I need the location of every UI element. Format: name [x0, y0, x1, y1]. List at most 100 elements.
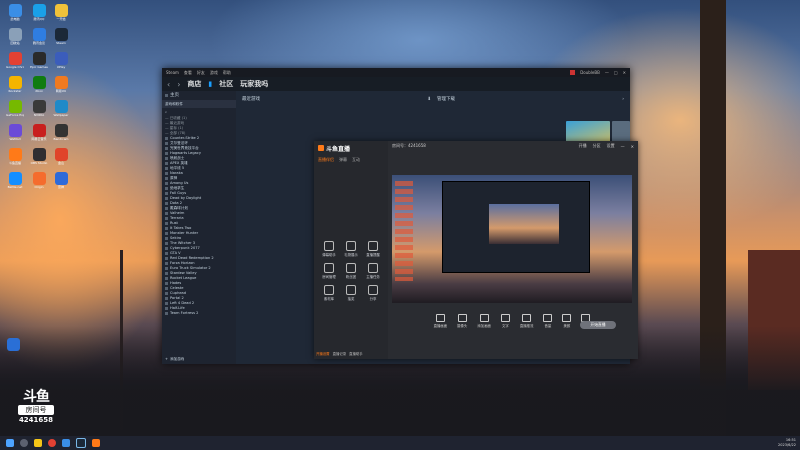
tab-interact[interactable]: 互动	[352, 157, 360, 163]
desktop-icon[interactable]: NVIDIA	[30, 100, 48, 117]
stream-preview[interactable]	[392, 175, 632, 303]
toolbar-icon	[457, 314, 467, 322]
minimize-icon[interactable]: —	[605, 70, 609, 75]
tool-grid-item[interactable]: 粉丝团	[340, 263, 362, 279]
desktop-icon[interactable]: GeForce Experience	[6, 100, 24, 117]
sidebar-search[interactable]: ⌕	[162, 108, 236, 116]
menu-games[interactable]: 游戏	[210, 70, 218, 76]
tab-danmaku[interactable]: 弹幕	[339, 157, 347, 163]
close-icon[interactable]: ✕	[623, 70, 626, 75]
forward-icon[interactable]: ›	[177, 80, 180, 89]
toolbar-icon	[479, 314, 489, 322]
sidebar-game-item[interactable]: Team Fortress 2	[162, 311, 236, 316]
douyu-icon[interactable]	[92, 439, 100, 447]
desktop-icon[interactable]: WeMod	[6, 124, 24, 141]
tool-grid-item[interactable]: 直播提醒	[362, 241, 384, 257]
game-icon	[165, 227, 168, 230]
tool-icon	[368, 241, 378, 251]
nav-store[interactable]: 商店	[187, 79, 201, 89]
tool-grid-item[interactable]: 素材库	[318, 285, 340, 301]
desktop-icon[interactable]: Bandicam	[52, 124, 70, 141]
search-icon[interactable]	[20, 439, 28, 447]
desktop-icon[interactable]	[4, 338, 22, 351]
desktop-icon[interactable]: Epic Games	[30, 52, 48, 69]
shelf-title[interactable]: 最近游戏	[242, 96, 260, 102]
avatar[interactable]	[570, 70, 576, 75]
maximize-icon[interactable]: □	[614, 70, 618, 75]
settings-tab[interactable]: 设置	[607, 143, 615, 149]
desktop-icon[interactable]: 斗鱼直播	[6, 148, 24, 165]
desktop-icon[interactable]: 网易云音乐	[30, 124, 48, 141]
tool-grid-item[interactable]: 弹幕助手	[318, 241, 340, 257]
download-icon[interactable]: ⬇	[427, 97, 431, 102]
category-tab[interactable]: 分区	[593, 143, 601, 149]
add-game-button[interactable]: + 添加游戏	[162, 357, 184, 362]
tool-grid-item[interactable]: 礼物展示	[340, 241, 362, 257]
steam-icon[interactable]	[76, 438, 86, 448]
toolbar-button[interactable]: 美颜	[562, 314, 572, 328]
desktop-icon[interactable]: 腾讯QQ	[30, 4, 48, 21]
nav-community[interactable]: 社区	[219, 79, 233, 89]
toolbar-button[interactable]: 直播画面	[434, 314, 447, 328]
tool-grid-item[interactable]: 房间管理	[318, 263, 340, 279]
desktop-icon[interactable]: Wallpaper	[52, 100, 70, 117]
downloads-label[interactable]: 管理下载	[437, 96, 455, 102]
game-icon	[165, 157, 168, 160]
tab-records[interactable]: 直播记录	[333, 351, 347, 356]
tab-start-settings[interactable]: 开播设置	[316, 351, 330, 356]
toolbar-button[interactable]: 添加画面	[477, 314, 491, 328]
sidebar-home[interactable]: 主页	[162, 91, 236, 100]
game-icon	[165, 302, 168, 305]
desktop-icon-label: Battle.net	[7, 185, 23, 189]
tool-grid-item[interactable]: 主播任务	[362, 263, 384, 279]
desktop-icon[interactable]: 金山	[52, 148, 70, 165]
close-icon[interactable]: ✕	[631, 144, 634, 149]
desktop-icon[interactable]: 雷神	[52, 172, 70, 189]
desktop-icon[interactable]: Battle.net	[6, 172, 24, 189]
sidebar-filter[interactable]: 游戏和软件	[162, 100, 236, 108]
file-explorer-icon[interactable]	[34, 439, 42, 447]
menu-friends[interactable]: 好友	[197, 70, 205, 76]
app-icon	[54, 28, 68, 41]
desktop-icon[interactable]: Steam	[52, 28, 70, 45]
tab-assistant[interactable]: 直播助手	[349, 351, 363, 356]
username[interactable]: DoubleBB	[580, 70, 600, 75]
minimize-icon[interactable]: —	[621, 144, 625, 149]
menu-help[interactable]: 帮助	[223, 70, 231, 76]
chrome-icon[interactable]	[48, 439, 56, 447]
desktop-icon[interactable]: 回收站	[6, 28, 24, 45]
desktop-icon[interactable]: Xbox	[30, 76, 48, 93]
tool-grid-item[interactable]: 分享	[362, 285, 384, 301]
desktop-icon[interactable]: UPlay	[52, 52, 70, 69]
desktop-icon[interactable]: 网易UU	[52, 76, 70, 93]
tab-companion[interactable]: 直播伴侣	[318, 157, 334, 163]
start-live-button[interactable]: 开始直播	[580, 321, 616, 329]
desktop-icon[interactable]: Google Chrome	[6, 52, 24, 69]
back-icon[interactable]: ‹	[167, 80, 170, 89]
system-tray[interactable]: 16:51 2023/6/22	[778, 438, 796, 448]
desktop-icon[interactable]: Rockstar	[6, 76, 24, 93]
toolbar-button[interactable]: 摄像头	[457, 314, 467, 328]
desktop-icon-label: Xbox	[35, 89, 43, 93]
desktop-icon-label: 一开始	[56, 17, 66, 21]
start-tab[interactable]: 开播	[579, 143, 587, 149]
desktop-icon[interactable]: 腾讯会议	[30, 28, 48, 45]
toolbar-button[interactable]: 文字	[500, 314, 510, 328]
toolbar-button[interactable]: 音量	[543, 314, 553, 328]
store-icon[interactable]	[62, 439, 70, 447]
app-icon	[8, 148, 22, 161]
desktop-icon-label: 网易云音乐	[31, 137, 47, 141]
nav-account[interactable]: 玩家我吗	[240, 79, 268, 89]
desktop-icon[interactable]: Origin	[30, 172, 48, 189]
toolbar-button[interactable]: 直播推流	[520, 314, 533, 328]
tool-grid-item[interactable]: 抽奖	[340, 285, 362, 301]
desktop-icon[interactable]: OBS Studio	[30, 148, 48, 165]
chevron-right-icon[interactable]: ›	[622, 97, 624, 102]
start-icon[interactable]	[6, 439, 14, 447]
desktop-icon[interactable]: 一开始	[52, 4, 70, 21]
menu-view[interactable]: 查看	[184, 70, 192, 76]
menu-steam[interactable]: Steam	[166, 70, 179, 75]
desktop-icon[interactable]: 此电脑	[6, 4, 24, 21]
app-icon	[54, 124, 68, 137]
nav-library-icon[interactable]: ▮	[208, 80, 212, 88]
